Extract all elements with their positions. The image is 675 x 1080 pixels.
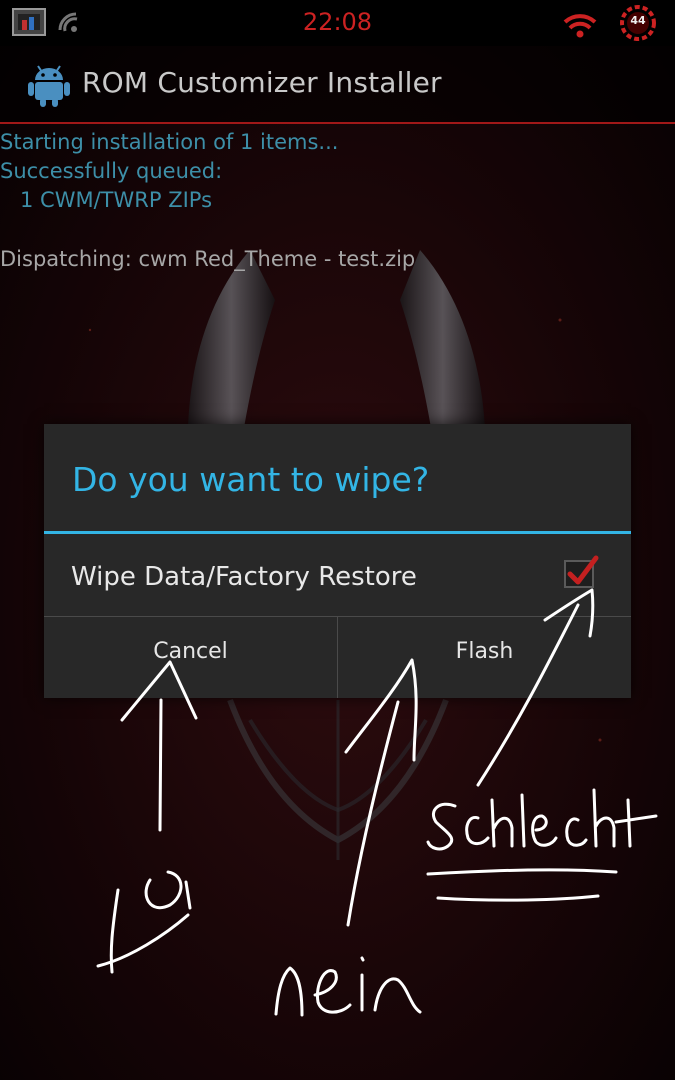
dialog-title: Do you want to wipe?: [72, 460, 430, 499]
app-title: ROM Customizer Installer: [82, 66, 442, 99]
installation-log: Starting installation of 1 items... Succ…: [0, 128, 415, 274]
wipe-data-checkbox[interactable]: [564, 555, 599, 588]
battery-level: 44: [630, 14, 646, 27]
log-dispatch-line: Dispatching: cwm Red_Theme - test.zip: [0, 247, 416, 271]
log-line: Starting installation of 1 items...: [0, 130, 339, 154]
wipe-data-label: Wipe Data/Factory Restore: [71, 562, 417, 592]
log-line: 1 CWM/TWRP ZIPs: [0, 188, 213, 212]
action-bar: ROM Customizer Installer: [0, 46, 675, 124]
wipe-dialog: Do you want to wipe? Wipe Data/Factory R…: [44, 424, 631, 698]
wipe-data-option[interactable]: Wipe Data/Factory Restore: [44, 534, 631, 616]
android-icon: [28, 65, 70, 107]
wifi-icon: [563, 14, 597, 38]
status-bar: 22:08 44: [0, 0, 675, 46]
flash-button[interactable]: Flash: [338, 617, 631, 698]
cancel-button[interactable]: Cancel: [44, 617, 337, 698]
check-icon: [567, 555, 599, 585]
log-line: Successfully queued:: [0, 159, 223, 183]
